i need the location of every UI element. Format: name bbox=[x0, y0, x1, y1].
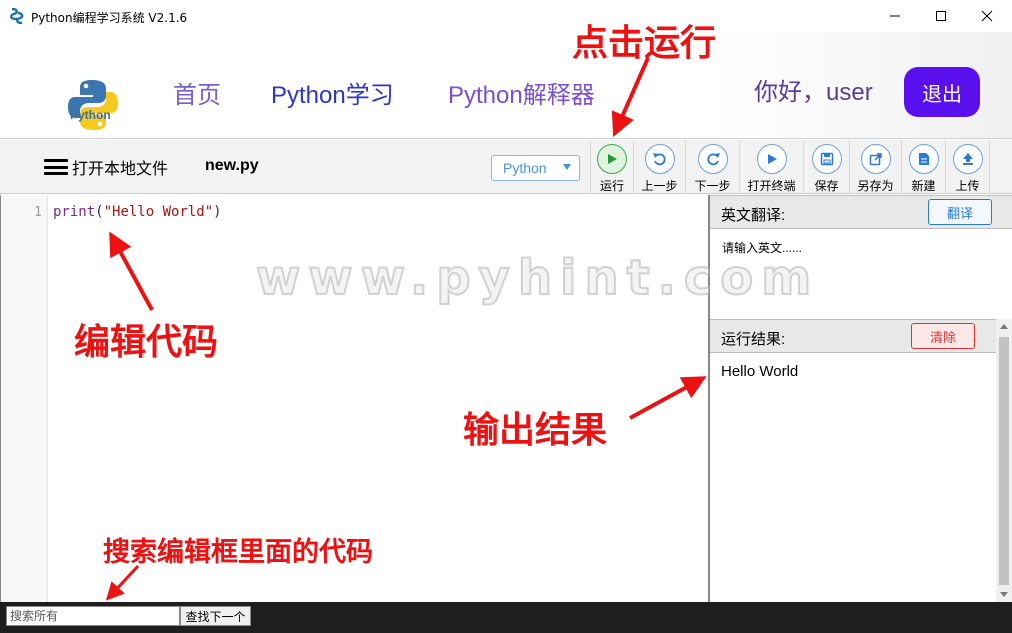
close-icon bbox=[981, 10, 993, 22]
find-next-button[interactable]: 查找下一个 bbox=[180, 606, 251, 626]
maximize-button[interactable] bbox=[918, 0, 964, 32]
hamburger-menu-icon bbox=[44, 159, 68, 175]
code-token-paren-close: ) bbox=[213, 204, 222, 220]
code-line[interactable]: print("Hello World") bbox=[53, 204, 222, 220]
save-label: 保存 bbox=[814, 179, 839, 193]
save-as-button[interactable]: 另存为 bbox=[850, 140, 902, 194]
annotation-search: 搜索编辑框里面的代码 bbox=[103, 537, 373, 568]
line-number: 1 bbox=[34, 205, 42, 220]
current-filename: new.py bbox=[205, 157, 259, 174]
nav-python-interpreter[interactable]: Python解释器 bbox=[448, 75, 595, 110]
translate-panel-header: 英文翻译: 翻译 bbox=[710, 195, 1012, 229]
minimize-button[interactable] bbox=[872, 0, 918, 32]
clear-output-button[interactable]: 清除 bbox=[911, 323, 975, 349]
open-terminal-label: 打开终端 bbox=[747, 179, 796, 193]
app-icon bbox=[10, 8, 24, 24]
scrollbar-thumb[interactable] bbox=[999, 337, 1009, 585]
terminal-play-icon bbox=[756, 144, 787, 174]
minimize-icon bbox=[890, 15, 900, 17]
search-bar: 查找下一个 bbox=[0, 602, 1012, 633]
language-select[interactable]: Python bbox=[491, 155, 580, 181]
editor-toolbar: 打开本地文件 new.py Python 运行 上一步 下一步 打开终端 保存 bbox=[0, 140, 1012, 194]
caret-down-icon bbox=[563, 164, 571, 170]
output-scrollbar[interactable] bbox=[996, 319, 1012, 602]
title-bar: Python编程学习系统 V2.1.6 bbox=[0, 0, 1012, 32]
close-button[interactable] bbox=[964, 0, 1010, 32]
save-icon bbox=[811, 144, 842, 174]
redo-icon bbox=[697, 144, 728, 174]
save-as-icon bbox=[860, 144, 891, 174]
run-button[interactable]: 运行 bbox=[590, 140, 634, 194]
user-greeting: 你好，user bbox=[754, 79, 873, 106]
annotation-run: 点击运行 bbox=[572, 23, 717, 64]
translate-button[interactable]: 翻译 bbox=[928, 199, 992, 225]
upload-button[interactable]: 上传 bbox=[946, 140, 990, 194]
logout-button[interactable]: 退出 bbox=[904, 67, 980, 117]
redo-button[interactable]: 下一步 bbox=[686, 140, 740, 194]
code-token-string: "Hello World" bbox=[103, 204, 214, 220]
language-select-value: Python bbox=[503, 160, 547, 176]
nav-home[interactable]: 首页 bbox=[173, 75, 221, 110]
code-token-function: print bbox=[53, 204, 96, 220]
output-text: Hello World bbox=[721, 363, 799, 380]
scroll-up-arrow-icon[interactable] bbox=[1000, 324, 1008, 329]
annotation-edit: 编辑代码 bbox=[74, 322, 219, 363]
code-token-paren-open: ( bbox=[95, 204, 104, 220]
translate-panel-title: 英文翻译: bbox=[721, 207, 786, 224]
save-as-label: 另存为 bbox=[857, 179, 894, 193]
undo-icon bbox=[644, 144, 675, 174]
upload-icon bbox=[952, 144, 983, 174]
app-header: Python 首页 Python学习 Python解释器 你好，user 退出 bbox=[0, 32, 1012, 139]
output-panel-title: 运行结果: bbox=[721, 331, 786, 348]
open-local-file-label: 打开本地文件 bbox=[72, 161, 169, 178]
save-button[interactable]: 保存 bbox=[804, 140, 850, 194]
search-input[interactable] bbox=[6, 606, 180, 626]
python-logo-icon bbox=[68, 80, 118, 130]
line-gutter: 1 bbox=[1, 195, 48, 602]
window-title: Python编程学习系统 V2.1.6 bbox=[31, 11, 188, 25]
play-icon bbox=[597, 144, 627, 174]
nav-python-learning[interactable]: Python学习 bbox=[271, 75, 394, 110]
translate-input[interactable]: 请输入英文...... bbox=[722, 239, 802, 256]
open-terminal-button[interactable]: 打开终端 bbox=[740, 140, 804, 194]
new-file-button[interactable]: 新建 bbox=[902, 140, 946, 194]
maximize-icon bbox=[936, 11, 946, 21]
annotation-output: 输出结果 bbox=[463, 410, 608, 451]
new-file-label: 新建 bbox=[911, 179, 936, 193]
scroll-down-arrow-icon[interactable] bbox=[1000, 592, 1008, 597]
undo-label: 上一步 bbox=[641, 179, 678, 193]
logo-text: Python bbox=[70, 108, 111, 122]
new-file-icon bbox=[908, 144, 939, 174]
run-label: 运行 bbox=[599, 179, 624, 193]
output-panel-header: 运行结果: 清除 bbox=[710, 319, 996, 353]
open-local-file-button[interactable]: 打开本地文件 bbox=[44, 156, 168, 178]
undo-button[interactable]: 上一步 bbox=[634, 140, 686, 194]
redo-label: 下一步 bbox=[694, 179, 731, 193]
upload-label: 上传 bbox=[955, 179, 980, 193]
side-panel: 英文翻译: 翻译 请输入英文...... 运行结果: 清除 Hello Worl… bbox=[708, 195, 1012, 602]
